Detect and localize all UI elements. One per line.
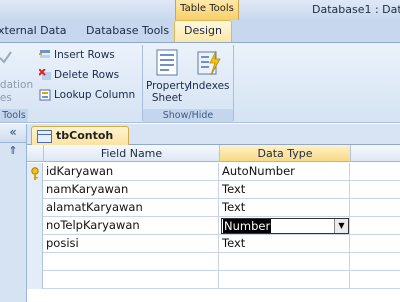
row-selector[interactable] <box>27 235 43 253</box>
field-name-cell[interactable]: noTelpKaryawan <box>44 217 219 235</box>
delete-rows-button[interactable]: Delete Rows <box>38 68 120 81</box>
data-type-cell-editing[interactable]: Number ▼ <box>220 217 350 235</box>
table-icon <box>37 130 52 143</box>
table-row[interactable] <box>27 253 400 271</box>
table-design-grid: Field Name Data Type idKaryawan AutoNumb… <box>27 145 400 302</box>
field-name-header: Field Name <box>44 145 220 162</box>
document-tab-tbcontoh[interactable]: tbContoh <box>31 126 129 145</box>
insert-rows-label: Insert Rows <box>54 49 115 61</box>
property-sheet-label-1: Property <box>146 80 191 92</box>
tools-group-label: Tools <box>0 109 28 122</box>
ribbon-tab-row: xternal Data Database Tools Design <box>0 20 400 43</box>
group-separator <box>233 45 234 121</box>
property-sheet-button[interactable]: Property Sheet <box>146 47 191 104</box>
field-name-cell[interactable] <box>44 271 219 289</box>
table-row[interactable] <box>27 271 400 289</box>
data-type-selected-value[interactable]: Number <box>223 219 272 233</box>
validation-rules-label[interactable]: idation <box>0 79 33 91</box>
data-type-cell[interactable] <box>220 253 350 271</box>
lookup-column-button[interactable]: Lookup Column <box>39 89 135 101</box>
row-selector[interactable] <box>27 271 43 289</box>
data-type-cell[interactable]: Text <box>220 181 350 199</box>
delete-rows-label: Delete Rows <box>54 69 120 81</box>
row-selector[interactable] <box>27 199 43 217</box>
data-type-cell[interactable]: AutoNumber <box>220 163 350 181</box>
nav-collapse-button[interactable]: « <box>0 124 26 143</box>
row-selector-header <box>27 145 44 162</box>
validation-rules-icon <box>0 49 12 65</box>
table-row[interactable]: noTelpKaryawan Number ▼ <box>27 217 400 235</box>
document-tab-label: tbContoh <box>56 129 114 142</box>
description-header <box>351 145 400 162</box>
property-sheet-icon <box>154 49 180 77</box>
lookup-column-label: Lookup Column <box>54 89 136 101</box>
data-type-cell[interactable] <box>220 271 350 289</box>
indexes-button[interactable]: Indexes <box>189 47 230 92</box>
field-name-cell[interactable]: namKaryawan <box>44 181 219 199</box>
table-row[interactable]: namKaryawan Text <box>27 181 400 199</box>
navigation-pane: « ⇑ <box>0 124 27 302</box>
insert-rows-button[interactable]: Insert Rows <box>39 49 115 61</box>
delete-rows-icon <box>38 68 51 81</box>
validation-rules-label-2: les <box>0 92 12 104</box>
table-tools-context-label: Table Tools <box>175 0 239 20</box>
lookup-column-icon <box>39 89 51 101</box>
indexes-icon <box>196 49 222 77</box>
data-type-header: Data Type <box>220 145 351 162</box>
row-selector[interactable] <box>27 217 43 235</box>
title-bar: Table Tools Database1 : Dat <box>0 0 400 20</box>
data-type-cell[interactable]: Text <box>220 235 350 253</box>
field-name-cell[interactable]: idKaryawan <box>44 163 219 181</box>
data-type-cell[interactable]: Text <box>220 199 350 217</box>
show-hide-group-label: Show/Hide <box>143 109 233 122</box>
field-name-cell[interactable]: alamatKaryawan <box>44 199 219 217</box>
insert-rows-icon <box>39 49 51 61</box>
indexes-label: Indexes <box>189 80 230 92</box>
chevron-down-icon[interactable]: ▼ <box>334 219 348 233</box>
data-type-dropdown[interactable]: Number ▼ <box>221 218 349 234</box>
row-selector[interactable] <box>27 181 43 199</box>
document-tab-bar: tbContoh <box>27 124 400 145</box>
field-name-cell[interactable]: posisi <box>44 235 219 253</box>
field-name-cell[interactable] <box>44 253 219 271</box>
property-sheet-label-2: Sheet <box>151 92 183 104</box>
row-selector[interactable] <box>27 253 43 271</box>
app-title: Database1 : Dat <box>312 3 400 16</box>
row-selector[interactable] <box>27 163 43 181</box>
ribbon: idation les Insert Rows Delete Rows Look… <box>0 43 400 123</box>
tab-design[interactable]: Design <box>174 20 232 42</box>
table-row[interactable]: idKaryawan AutoNumber <box>27 163 400 181</box>
nav-expand-icon[interactable]: ⇑ <box>0 144 26 157</box>
table-row[interactable]: posisi Text <box>27 235 400 253</box>
table-row[interactable]: alamatKaryawan Text <box>27 199 400 217</box>
tab-external-data[interactable]: xternal Data <box>0 24 66 37</box>
tab-database-tools[interactable]: Database Tools <box>86 24 169 37</box>
